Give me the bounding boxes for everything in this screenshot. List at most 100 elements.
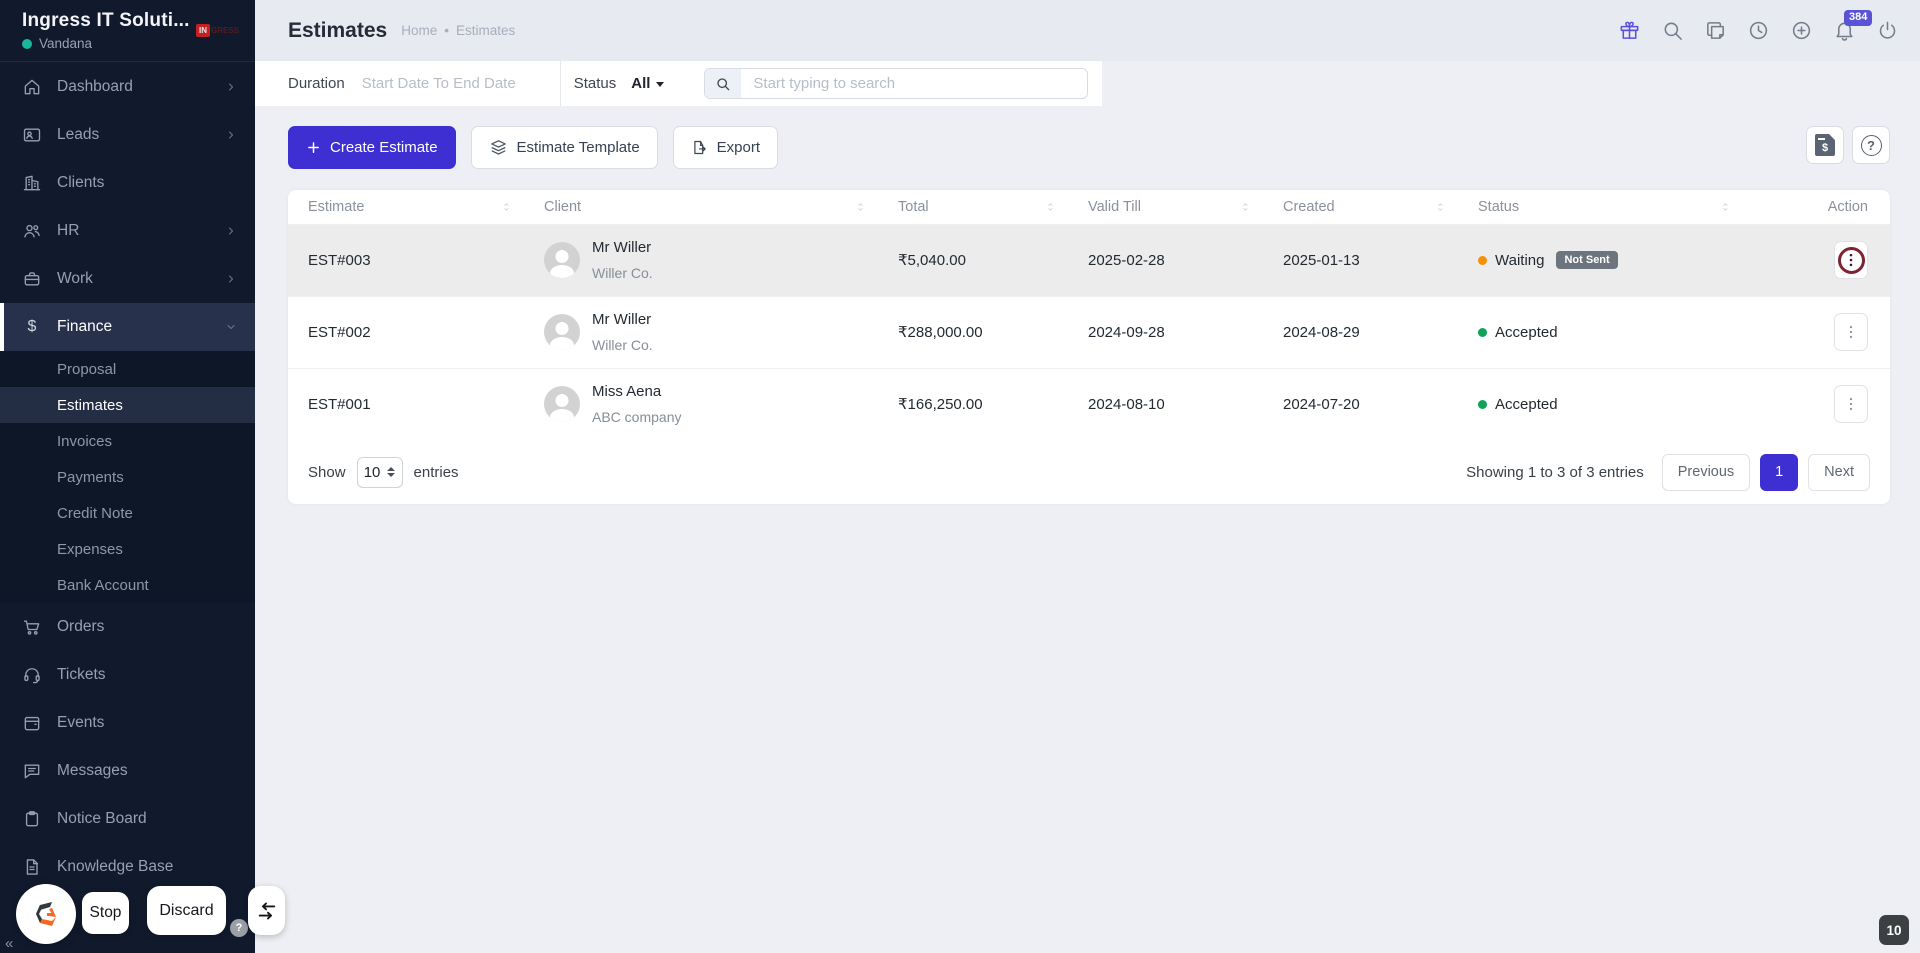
chevron-right-icon: [225, 129, 237, 141]
valid-till: 2025-02-28: [1088, 251, 1165, 269]
caret-down-icon: [656, 82, 665, 87]
page-title: Estimates: [288, 18, 388, 42]
sidebar-item-leads[interactable]: Leads: [0, 111, 255, 159]
col-created[interactable]: Created: [1283, 199, 1335, 215]
clock-icon[interactable]: [1747, 19, 1771, 43]
ellipsis-vertical-icon: [1849, 326, 1853, 338]
plus-icon: [308, 142, 319, 153]
search-box: [704, 68, 1089, 99]
sidebar-item-hr[interactable]: HR: [0, 207, 255, 255]
page-number-button[interactable]: 1: [1760, 453, 1799, 491]
search-icon[interactable]: [1661, 19, 1685, 43]
sidebar-item-clients[interactable]: Clients: [0, 159, 255, 207]
sidebar-item-events[interactable]: Events: [0, 699, 255, 747]
status-dot-waiting: [1478, 255, 1487, 265]
sticky-note-icon[interactable]: [1704, 19, 1728, 43]
workspace-header: Ingress IT Soluti... Vandana IN GRESS: [0, 0, 255, 62]
sidebar-item-finance[interactable]: $ Finance: [0, 303, 255, 351]
sidebar: Ingress IT Soluti... Vandana IN GRESS Da…: [0, 0, 255, 953]
col-client[interactable]: Client: [544, 199, 581, 215]
next-page-button[interactable]: Next: [1808, 453, 1870, 491]
not-sent-badge: Not Sent: [1556, 251, 1618, 269]
sidebar-menu: Dashboard Leads Clients HR Work $ Financ…: [0, 62, 255, 891]
sidebar-item-invoices[interactable]: Invoices: [0, 423, 255, 459]
create-estimate-button[interactable]: Create Estimate: [288, 126, 456, 169]
help-button[interactable]: ?: [1852, 126, 1890, 164]
id-card-icon: [22, 125, 42, 145]
sidebar-item-payments[interactable]: Payments: [0, 459, 255, 495]
invoice-settings-button[interactable]: $: [1806, 126, 1844, 164]
bell-icon[interactable]: 384: [1833, 9, 1873, 43]
breadcrumb: Home • Estimates: [401, 23, 515, 38]
headset-icon: [22, 665, 42, 685]
row-actions-button[interactable]: [1834, 385, 1868, 424]
discard-button[interactable]: Discard: [147, 886, 226, 935]
sidebar-item-work[interactable]: Work: [0, 255, 255, 303]
search-input[interactable]: [741, 75, 1088, 92]
client-name[interactable]: Mr Willer: [592, 311, 653, 328]
client-name[interactable]: Miss Aena: [592, 383, 681, 400]
breadcrumb-home[interactable]: Home: [401, 23, 437, 38]
client-name[interactable]: Mr Willer: [592, 239, 653, 256]
chat-icon: [22, 761, 42, 781]
col-status[interactable]: Status: [1478, 199, 1519, 215]
estimate-id[interactable]: EST#003: [288, 224, 524, 296]
sort-icon[interactable]: [501, 200, 514, 214]
sidebar-item-notice-board[interactable]: Notice Board: [0, 795, 255, 843]
gift-icon[interactable]: [1618, 19, 1642, 43]
estimate-id[interactable]: EST#002: [288, 296, 524, 368]
sidebar-item-credit-note[interactable]: Credit Note: [0, 495, 255, 531]
power-icon[interactable]: [1876, 19, 1900, 43]
estimate-id[interactable]: EST#001: [288, 368, 524, 440]
swap-button[interactable]: [248, 886, 285, 935]
row-actions-button[interactable]: [1834, 241, 1868, 279]
main-area: Estimates Home • Estimates 384 Duration …: [255, 0, 1920, 953]
overlay-help-button[interactable]: ?: [230, 919, 248, 937]
sort-icon[interactable]: [1720, 200, 1733, 214]
stop-button[interactable]: Stop: [82, 892, 129, 934]
sidebar-item-estimates[interactable]: Estimates: [0, 387, 255, 423]
zoom-level-badge: 10: [1879, 915, 1909, 945]
page-size-select[interactable]: 10: [356, 456, 403, 488]
col-estimate[interactable]: Estimate: [308, 199, 364, 215]
avatar: [544, 386, 580, 423]
status-dropdown[interactable]: All: [631, 75, 665, 92]
sort-icon[interactable]: [1435, 200, 1448, 214]
breadcrumb-separator: •: [444, 23, 449, 38]
sidebar-item-orders[interactable]: Orders: [0, 603, 255, 651]
pagination-summary: Showing 1 to 3 of 3 entries: [1466, 463, 1644, 481]
breadcrumb-current: Estimates: [455, 23, 516, 38]
sort-icon[interactable]: [855, 200, 868, 214]
status-label: Waiting: [1495, 251, 1545, 269]
sidebar-item-dashboard[interactable]: Dashboard: [0, 63, 255, 111]
status-label: Accepted: [1495, 323, 1558, 341]
page-header: Estimates Home • Estimates 384: [255, 0, 1920, 61]
estimate-template-button[interactable]: Estimate Template: [470, 126, 658, 169]
sidebar-item-bank-account[interactable]: Bank Account: [0, 567, 255, 603]
sidebar-item-messages[interactable]: Messages: [0, 747, 255, 795]
col-valid-till[interactable]: Valid Till: [1088, 199, 1141, 215]
previous-page-button[interactable]: Previous: [1661, 453, 1751, 491]
duration-range-input[interactable]: [361, 75, 552, 92]
sort-icon[interactable]: [1045, 200, 1058, 214]
estimate-total: ₹166,250.00: [898, 396, 983, 414]
table-footer: Show 10 entries Showing 1 to 3 of 3 entr…: [288, 440, 1890, 504]
recorder-logo-button[interactable]: [16, 884, 76, 944]
valid-till: 2024-08-10: [1088, 395, 1165, 413]
status-dot-accepted: [1478, 327, 1487, 337]
table-row: EST#001 Miss Aena ABC company ₹166,250.0…: [288, 368, 1890, 440]
swap-arrows-icon: [258, 902, 275, 919]
clipboard-icon: [22, 809, 42, 829]
sort-icon[interactable]: [1240, 200, 1253, 214]
company-logo: IN GRESS: [195, 24, 239, 37]
plus-circle-icon[interactable]: [1790, 19, 1814, 43]
export-button[interactable]: Export: [672, 126, 779, 169]
row-actions-button[interactable]: [1834, 313, 1868, 351]
col-total[interactable]: Total: [898, 199, 929, 215]
chevron-down-icon: [225, 321, 237, 333]
sidebar-item-expenses[interactable]: Expenses: [0, 531, 255, 567]
sidebar-item-tickets[interactable]: Tickets: [0, 651, 255, 699]
client-company: ABC company: [592, 409, 682, 426]
sidebar-item-proposal[interactable]: Proposal: [0, 351, 255, 387]
collapse-icon[interactable]: «: [5, 935, 13, 952]
